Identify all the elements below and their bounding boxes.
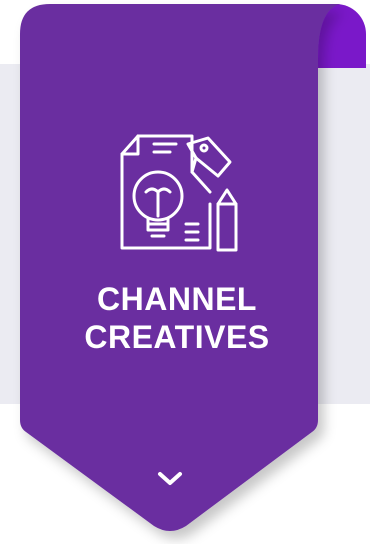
banner: CHANNEL CREATIVES bbox=[0, 0, 370, 544]
banner-title-line-1: CHANNEL bbox=[97, 281, 257, 317]
banner-title-line-2: CREATIVES bbox=[84, 319, 270, 355]
channel-creatives-card: CHANNEL CREATIVES bbox=[0, 0, 370, 544]
idea-document-tag-pencil-icon bbox=[112, 132, 244, 256]
banner-title: CHANNEL CREATIVES bbox=[18, 280, 336, 356]
expand-button[interactable] bbox=[150, 464, 190, 494]
banner-shape bbox=[20, 4, 340, 531]
chevron-down-icon bbox=[158, 472, 182, 485]
